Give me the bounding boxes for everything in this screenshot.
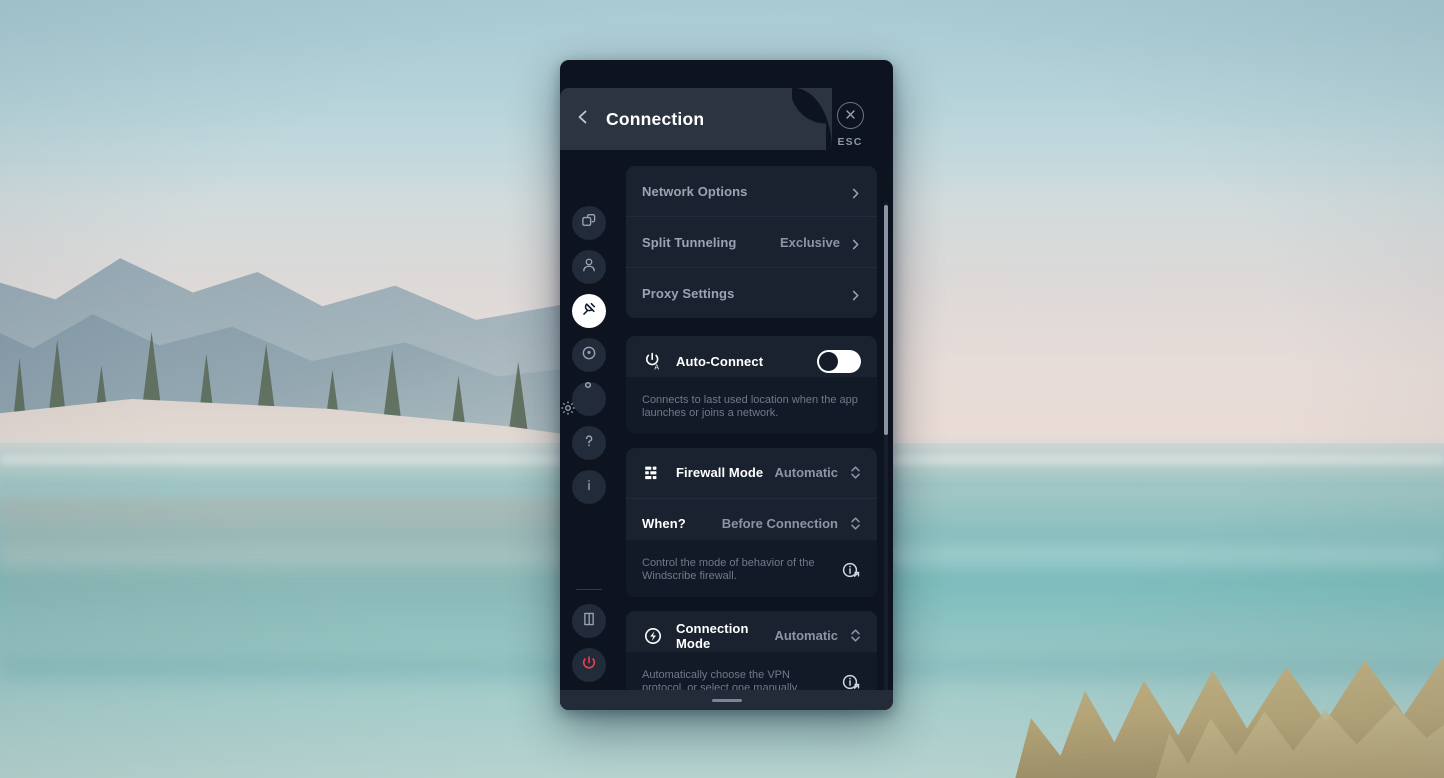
- sidebar-item-robert[interactable]: [572, 338, 606, 372]
- firewall-when-label: When?: [642, 516, 686, 532]
- sidebar-item-about[interactable]: [572, 470, 606, 504]
- info-external-link-icon[interactable]: [841, 672, 861, 690]
- stepper-updown-icon[interactable]: [850, 465, 861, 480]
- close-x-icon: [845, 107, 856, 125]
- split-tunneling-value: Exclusive: [780, 234, 840, 250]
- sidebar-item-account[interactable]: [572, 250, 606, 284]
- sidebar-divider: [576, 588, 602, 590]
- chevron-right-icon: [850, 237, 861, 249]
- row-proxy-settings[interactable]: Proxy Settings: [626, 267, 877, 318]
- row-network-options[interactable]: Network Options: [626, 166, 877, 216]
- window-header: Connection: [560, 88, 826, 150]
- firewall-description-panel: Control the mode of behavior of the Wind…: [626, 539, 877, 597]
- network-options-label: Network Options: [642, 183, 748, 199]
- row-split-tunneling[interactable]: Split Tunneling Exclusive: [626, 216, 877, 267]
- question-mark-icon: [580, 432, 598, 455]
- connection-plug-icon: [580, 300, 598, 323]
- sidebar-item-quit[interactable]: [572, 648, 606, 682]
- firewall-block: Firewall Mode Automatic When? Before Con…: [626, 447, 877, 597]
- connection-mode-block: Connection Mode Automatic Automatically …: [626, 610, 877, 690]
- info-icon: [580, 476, 598, 499]
- connection-mode-label: Connection Mode: [676, 620, 749, 651]
- chevron-left-icon: [575, 109, 591, 130]
- sidebar-item-general[interactable]: [572, 206, 606, 240]
- sidebar-item-logout[interactable]: [572, 604, 606, 638]
- auto-connect-block: A Auto-Connect Connects to last used loc…: [626, 336, 877, 434]
- person-icon: [580, 256, 598, 279]
- close-icon-circle: [836, 102, 864, 129]
- esc-label: ESC: [837, 136, 863, 148]
- robert-eye-icon: [580, 344, 598, 367]
- app-general-icon: [580, 212, 598, 235]
- navigation-card-block: Network Options Split Tunneling Exclusiv…: [626, 166, 877, 318]
- row-firewall-mode[interactable]: Firewall Mode Automatic: [626, 448, 877, 498]
- back-button[interactable]: [560, 88, 606, 150]
- sidebar-item-help[interactable]: [572, 426, 606, 460]
- info-external-link-icon[interactable]: [841, 560, 861, 580]
- chevron-right-icon: [850, 186, 861, 198]
- stepper-updown-icon[interactable]: [850, 628, 861, 643]
- firewall-card: Firewall Mode Automatic When? Before Con…: [626, 447, 877, 549]
- firewall-description: Control the mode of behavior of the Wind…: [642, 556, 815, 583]
- power-icon: [580, 654, 598, 677]
- auto-connect-description-panel: Connects to last used location when the …: [626, 377, 877, 434]
- connection-mode-value: Automatic: [774, 628, 838, 644]
- window-bottom-bar: [560, 690, 893, 710]
- svg-text:A: A: [654, 364, 659, 371]
- firewall-brick-icon: [642, 462, 664, 484]
- firewall-mode-label: Firewall Mode: [676, 465, 764, 481]
- stepper-updown-icon[interactable]: [850, 516, 861, 531]
- close-button[interactable]: ESC: [821, 102, 879, 148]
- power-auto-icon: A: [642, 350, 664, 372]
- navigation-card: Network Options Split Tunneling Exclusiv…: [626, 166, 877, 318]
- toggle-knob: [819, 351, 838, 371]
- sidebar-item-advanced[interactable]: [561, 381, 606, 416]
- sidebar-item-connection[interactable]: [572, 294, 606, 328]
- gear-icon: [561, 376, 599, 422]
- auto-connect-toggle[interactable]: [817, 349, 861, 373]
- firewall-mode-value: Automatic: [774, 465, 838, 481]
- chevron-right-icon: [850, 288, 861, 300]
- lightning-bolt-icon: [642, 625, 664, 647]
- connection-mode-description: Automatically choose the VPN protocol, o…: [642, 668, 800, 690]
- auto-connect-description: Connects to last used location when the …: [642, 394, 858, 420]
- sidebar-nav: [560, 150, 618, 710]
- sidebar-bottom-group: [560, 581, 618, 693]
- page-title: Connection: [606, 108, 705, 129]
- windscribe-app-window: Connection ESC Network Options Split Tun…: [560, 60, 893, 710]
- split-tunneling-label: Split Tunneling: [642, 234, 737, 250]
- scrollbar-thumb[interactable]: [884, 205, 888, 435]
- proxy-settings-label: Proxy Settings: [642, 285, 735, 301]
- auto-connect-label: Auto-Connect: [676, 353, 764, 369]
- exit-door-icon: [580, 610, 598, 633]
- sidebar-top-spacer: [560, 150, 618, 196]
- connection-mode-description-panel: Automatically choose the VPN protocol, o…: [626, 651, 877, 690]
- resize-grip-handle[interactable]: [711, 698, 742, 702]
- firewall-when-value: Before Connection: [721, 516, 838, 532]
- settings-content: Network Options Split Tunneling Exclusiv…: [618, 150, 893, 690]
